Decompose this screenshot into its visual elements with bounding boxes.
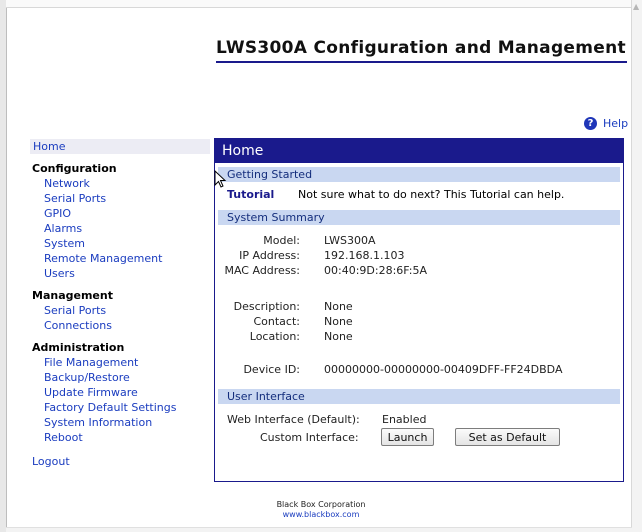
device-id-label: Device ID: xyxy=(243,363,300,376)
help-link[interactable]: ? Help xyxy=(584,117,628,130)
panel-title: Home xyxy=(215,139,623,163)
device-id-value: 00000000-00000000-00409DFF-FF24DBDA xyxy=(324,363,563,376)
sidebar-nav: Home Configuration Network Serial Ports … xyxy=(30,139,210,469)
sidebar-section-administration: Administration File Management Backup/Re… xyxy=(30,341,210,445)
sidebar-item-network[interactable]: Network xyxy=(30,176,210,191)
model-label: Model: xyxy=(263,234,300,247)
ip-address-value: 192.168.1.103 xyxy=(324,249,405,262)
location-label: Location: xyxy=(249,330,300,343)
sidebar-item-reboot[interactable]: Reboot xyxy=(30,430,210,445)
page-title: LWS300A Configuration and Management xyxy=(216,38,626,58)
web-interface-label: Web Interface (Default): xyxy=(227,413,360,426)
model-value: LWS300A xyxy=(324,234,376,247)
footer: Black Box Corporation www.blackbox.com xyxy=(0,500,642,520)
scroll-up-icon[interactable]: ▲ xyxy=(633,2,639,11)
footer-url[interactable]: www.blackbox.com xyxy=(0,510,642,520)
description-value: None xyxy=(324,300,353,313)
contact-label: Contact: xyxy=(253,315,300,328)
sidebar-item-factory-default-settings[interactable]: Factory Default Settings xyxy=(30,400,210,415)
scrollbar[interactable]: ▲ xyxy=(631,0,642,532)
section-user-interface: User Interface xyxy=(218,389,620,404)
footer-company: Black Box Corporation xyxy=(276,500,366,509)
sidebar-item-home[interactable]: Home xyxy=(30,139,210,154)
window-frame-top xyxy=(6,0,632,8)
sidebar-section-configuration: Configuration Network Serial Ports GPIO … xyxy=(30,162,210,281)
custom-interface-label: Custom Interface: xyxy=(260,431,359,444)
user-interface-settings: Web Interface (Default): Enabled Custom … xyxy=(215,404,623,464)
ip-address-label: IP Address: xyxy=(239,249,300,262)
sidebar-item-serial-ports[interactable]: Serial Ports xyxy=(30,191,210,206)
tutorial-description: Not sure what to do next? This Tutorial … xyxy=(298,188,565,201)
mac-address-value: 00:40:9D:28:6F:5A xyxy=(324,264,427,277)
window-frame-bottom xyxy=(6,527,632,532)
sidebar-item-users[interactable]: Users xyxy=(30,266,210,281)
sidebar-item-remote-management[interactable]: Remote Management xyxy=(30,251,210,266)
sidebar-item-gpio[interactable]: GPIO xyxy=(30,206,210,221)
tutorial-row: Tutorial Not sure what to do next? This … xyxy=(215,182,623,206)
sidebar-heading-configuration: Configuration xyxy=(32,162,117,175)
section-system-summary: System Summary xyxy=(218,210,620,225)
sidebar-item-mgmt-serial-ports[interactable]: Serial Ports xyxy=(30,303,210,318)
sidebar-item-system[interactable]: System xyxy=(30,236,210,251)
location-value: None xyxy=(324,330,353,343)
title-underline xyxy=(216,61,627,63)
tutorial-link[interactable]: Tutorial xyxy=(227,188,274,201)
sidebar-heading-management: Management xyxy=(32,289,113,302)
mouse-cursor-icon xyxy=(214,170,227,188)
sidebar-item-update-firmware[interactable]: Update Firmware xyxy=(30,385,210,400)
sidebar-item-system-information[interactable]: System Information xyxy=(30,415,210,430)
set-as-default-button[interactable]: Set as Default xyxy=(455,428,560,446)
section-getting-started: Getting Started xyxy=(218,167,620,182)
sidebar-item-logout[interactable]: Logout xyxy=(30,454,210,469)
web-interface-value: Enabled xyxy=(382,413,427,426)
help-label[interactable]: Help xyxy=(603,117,628,130)
sidebar-item-file-management[interactable]: File Management xyxy=(30,355,210,370)
mac-address-label: MAC Address: xyxy=(224,264,300,277)
description-label: Description: xyxy=(233,300,300,313)
help-icon[interactable]: ? xyxy=(584,117,597,130)
launch-button[interactable]: Launch xyxy=(381,428,434,446)
sidebar-item-alarms[interactable]: Alarms xyxy=(30,221,210,236)
window-frame-left xyxy=(0,0,7,532)
system-summary: Model: LWS300A IP Address: 192.168.1.103… xyxy=(215,225,623,385)
sidebar-item-connections[interactable]: Connections xyxy=(30,318,210,333)
sidebar-item-backup-restore[interactable]: Backup/Restore xyxy=(30,370,210,385)
home-panel: Home Getting Started Tutorial Not sure w… xyxy=(214,138,624,482)
contact-value: None xyxy=(324,315,353,328)
sidebar-section-management: Management Serial Ports Connections xyxy=(30,289,210,333)
sidebar-heading-administration: Administration xyxy=(32,341,125,354)
